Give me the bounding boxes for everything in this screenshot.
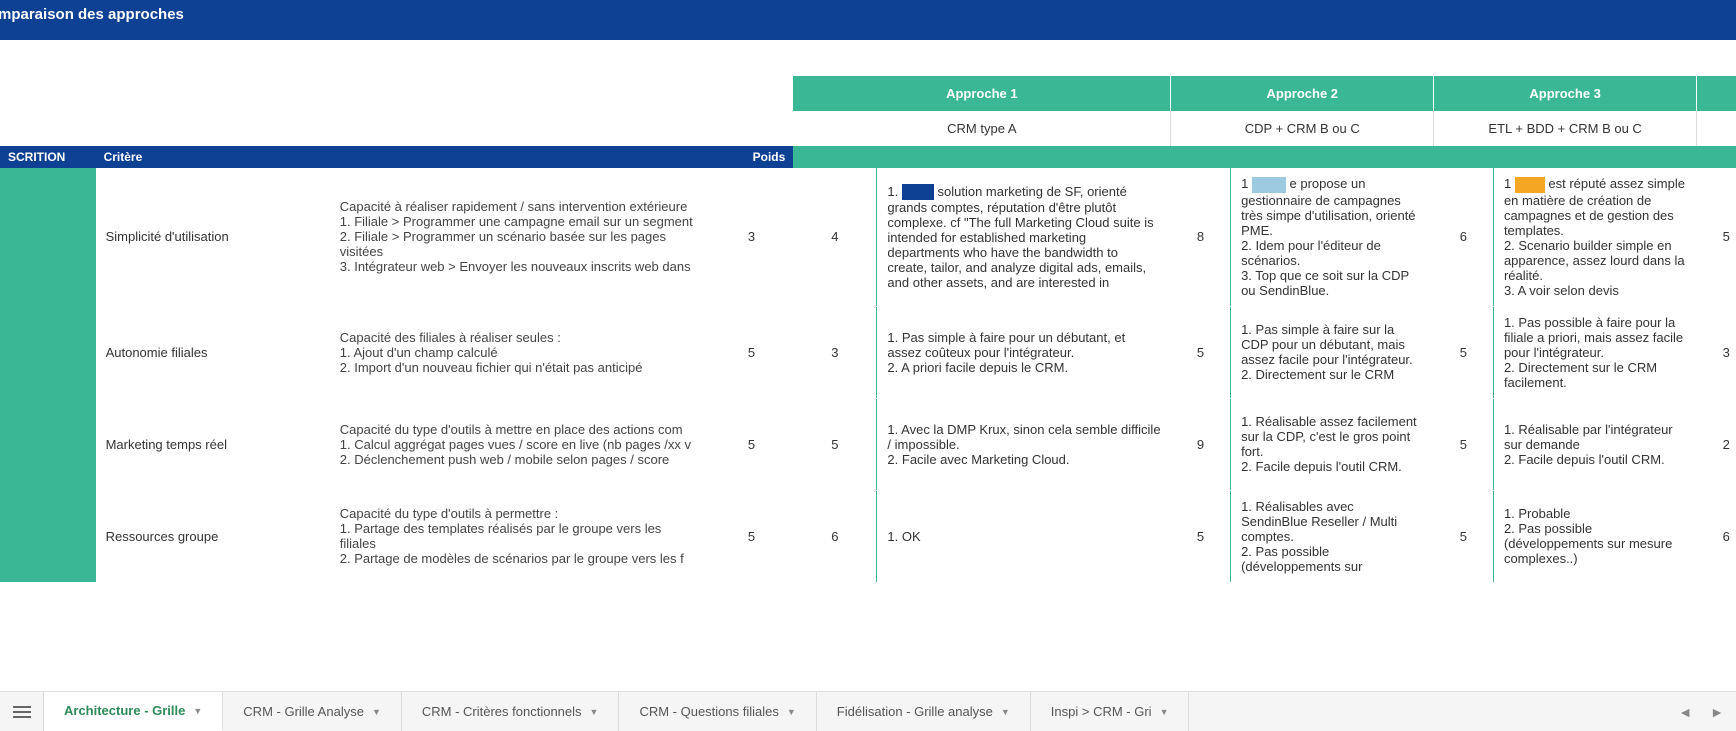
col-poids: Poids bbox=[710, 146, 794, 168]
approach-header: Approche 1 bbox=[793, 76, 1171, 111]
approach-sub: ETL + BDD + CRM B ou C bbox=[1434, 111, 1697, 146]
caret-down-icon[interactable]: ▼ bbox=[193, 706, 202, 716]
sheet-tab-label: CRM - Critères fonctionnels bbox=[422, 704, 582, 719]
score-cell[interactable]: 3 bbox=[793, 306, 877, 398]
sheet-tab-label: CRM - Grille Analyse bbox=[243, 704, 364, 719]
score-cell[interactable]: 2 bbox=[1697, 398, 1736, 490]
sheet-tab-label: Architecture - Grille bbox=[64, 703, 185, 718]
tab-next-icon[interactable]: ► bbox=[1710, 704, 1724, 720]
score-cell[interactable]: 5 bbox=[1171, 490, 1231, 582]
row-group-teal bbox=[0, 168, 96, 582]
redaction-box bbox=[1515, 177, 1545, 193]
score-cell[interactable]: 5 bbox=[1697, 168, 1736, 306]
sheet-tab-label: Fidélisation - Grille analyse bbox=[837, 704, 993, 719]
comparison-table: Approche 1 Approche 2 Approche 3 Approch… bbox=[0, 76, 1736, 583]
sheet-tab[interactable]: Inspi > CRM - Gri ▼ bbox=[1031, 692, 1190, 731]
score-cell[interactable]: 5 bbox=[1171, 306, 1231, 398]
critere-cell[interactable]: Autonomie filiales bbox=[96, 306, 330, 398]
approach-header-row: Approche 1 Approche 2 Approche 3 Approch… bbox=[0, 76, 1736, 111]
table-row: Ressources groupeCapacité du type d'outi… bbox=[0, 490, 1736, 582]
header-gap bbox=[0, 40, 1736, 76]
sheet-tab[interactable]: Architecture - Grille ▼ bbox=[44, 692, 223, 731]
detail-cell[interactable]: Capacité du type d'outils à permettre :1… bbox=[330, 490, 710, 582]
approach-header: Approche 2 bbox=[1171, 76, 1434, 111]
redaction-box bbox=[1252, 177, 1286, 193]
tab-prev-icon[interactable]: ◄ bbox=[1678, 704, 1692, 720]
approach-comment-cell[interactable]: 1 e propose un gestionnaire de campagnes… bbox=[1231, 168, 1434, 306]
detail-cell[interactable]: Capacité du type d'outils à mettre en pl… bbox=[330, 398, 710, 490]
score-cell[interactable]: 6 bbox=[793, 490, 877, 582]
approach-comment-cell[interactable]: 1. Avec la DMP Krux, sinon cela semble d… bbox=[877, 398, 1171, 490]
grid-viewport[interactable]: Approche 1 Approche 2 Approche 3 Approch… bbox=[0, 76, 1736, 636]
score-cell[interactable]: 3 bbox=[1697, 306, 1736, 398]
sheet-tab[interactable]: CRM - Grille Analyse ▼ bbox=[223, 692, 402, 731]
critere-cell[interactable]: Marketing temps réel bbox=[96, 398, 330, 490]
score-cell[interactable]: 5 bbox=[1434, 490, 1494, 582]
tab-nav: ◄ ► bbox=[1666, 692, 1736, 731]
poids-cell[interactable]: 5 bbox=[710, 490, 794, 582]
caret-down-icon[interactable]: ▼ bbox=[787, 707, 796, 717]
approach-comment-cell[interactable]: 1. Probable2. Pas possible (développemen… bbox=[1493, 490, 1696, 582]
poids-cell[interactable]: 5 bbox=[710, 306, 794, 398]
title-bar: mparaison des approches bbox=[0, 0, 1736, 40]
detail-cell[interactable]: Capacité des filiales à réaliser seules … bbox=[330, 306, 710, 398]
approach-sub: ETL + CRM B bbox=[1697, 111, 1736, 146]
approach-header: Approche 3 bbox=[1434, 76, 1697, 111]
approach-comment-cell[interactable]: 1. Pas simple à faire sur la CDP pour un… bbox=[1231, 306, 1434, 398]
score-cell[interactable]: 4 bbox=[793, 168, 877, 306]
sheet-tab[interactable]: CRM - Questions filiales ▼ bbox=[619, 692, 816, 731]
poids-cell[interactable]: 3 bbox=[710, 168, 794, 306]
sheet-tab-bar: Architecture - Grille▼CRM - Grille Analy… bbox=[0, 691, 1736, 731]
critere-cell[interactable]: Simplicité d'utilisation bbox=[96, 168, 330, 306]
score-cell[interactable]: 6 bbox=[1697, 490, 1736, 582]
poids-cell[interactable]: 5 bbox=[710, 398, 794, 490]
score-cell[interactable]: 5 bbox=[793, 398, 877, 490]
redaction-box bbox=[902, 184, 934, 200]
detail-cell[interactable]: Capacité à réaliser rapidement / sans in… bbox=[330, 168, 710, 306]
caret-down-icon[interactable]: ▼ bbox=[1160, 707, 1169, 717]
caret-down-icon[interactable]: ▼ bbox=[372, 707, 381, 717]
approach-comment-cell[interactable]: 1. Pas possible à faire pour la filiale … bbox=[1493, 306, 1696, 398]
table-row: Simplicité d'utilisationCapacité à réali… bbox=[0, 168, 1736, 306]
col-description: SCRITION bbox=[0, 146, 96, 168]
caret-down-icon[interactable]: ▼ bbox=[590, 707, 599, 717]
approach-sub-row: CRM type A CDP + CRM B ou C ETL + BDD + … bbox=[0, 111, 1736, 146]
approach-comment-cell[interactable]: 1. Réalisable assez facilement sur la CD… bbox=[1231, 398, 1434, 490]
sheet-tab-label: CRM - Questions filiales bbox=[639, 704, 778, 719]
approach-sub: CRM type A bbox=[793, 111, 1171, 146]
caret-down-icon[interactable]: ▼ bbox=[1001, 707, 1010, 717]
table-row: Autonomie filialesCapacité des filiales … bbox=[0, 306, 1736, 398]
approach-comment-cell[interactable]: 1. solution marketing de SF, orienté gra… bbox=[877, 168, 1171, 306]
score-cell[interactable]: 8 bbox=[1171, 168, 1231, 306]
score-cell[interactable]: 5 bbox=[1434, 398, 1494, 490]
page-title: mparaison des approches bbox=[0, 6, 184, 23]
score-cell[interactable]: 6 bbox=[1434, 168, 1494, 306]
approach-header: Approche 4 bbox=[1697, 76, 1736, 111]
score-cell[interactable]: 9 bbox=[1171, 398, 1231, 490]
approach-comment-cell[interactable]: 1. Pas simple à faire pour un débutant, … bbox=[877, 306, 1171, 398]
sheet-tab[interactable]: Fidélisation - Grille analyse ▼ bbox=[817, 692, 1031, 731]
critere-cell[interactable]: Ressources groupe bbox=[96, 490, 330, 582]
approach-comment-cell[interactable]: 1. OK bbox=[877, 490, 1171, 582]
column-header-row: SCRITION Critère Poids bbox=[0, 146, 1736, 168]
approach-comment-cell[interactable]: 1. Réalisables avec SendinBlue Reseller … bbox=[1231, 490, 1434, 582]
sheet-tab[interactable]: CRM - Critères fonctionnels ▼ bbox=[402, 692, 620, 731]
approach-comment-cell[interactable]: 1 est réputé assez simple en matière de … bbox=[1493, 168, 1696, 306]
approach-sub: CDP + CRM B ou C bbox=[1171, 111, 1434, 146]
table-row: Marketing temps réelCapacité du type d'o… bbox=[0, 398, 1736, 490]
all-sheets-button[interactable] bbox=[0, 692, 44, 731]
score-cell[interactable]: 5 bbox=[1434, 306, 1494, 398]
sheet-tab-label: Inspi > CRM - Gri bbox=[1051, 704, 1152, 719]
col-critere: Critère bbox=[96, 146, 330, 168]
approach-comment-cell[interactable]: 1. Réalisable par l'intégrateur sur dema… bbox=[1493, 398, 1696, 490]
